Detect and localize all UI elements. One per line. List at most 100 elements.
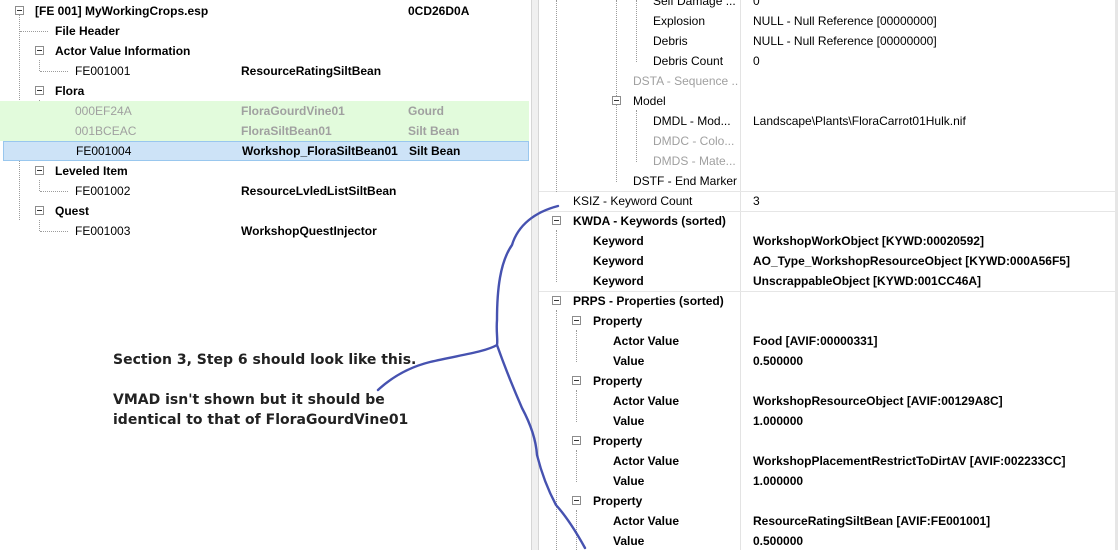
field-row-debris[interactable]: Debris NULL - Null Reference [00000000]	[539, 31, 1118, 51]
field-label: Debris	[653, 34, 688, 48]
field-label: Value	[613, 534, 645, 548]
file-header-label: File Header	[55, 24, 120, 38]
field-label: Value	[613, 474, 645, 488]
field-row-property[interactable]: Property	[539, 311, 1118, 331]
field-label: Property	[593, 494, 643, 508]
pane-splitter[interactable]	[531, 0, 539, 550]
tree-record-row[interactable]: 001BCEAC FloraSiltBean01 Silt Bean	[0, 121, 529, 141]
annotation-line: identical to that of FloraGourdVine01	[113, 412, 409, 428]
field-value[interactable]: AO_Type_WorkshopResourceObject [KYWD:000…	[753, 251, 1103, 271]
field-label: Self Damage ...	[653, 0, 736, 8]
record-name: Silt Bean	[409, 144, 461, 158]
field-row-value[interactable]: Value 0.500000	[539, 351, 1118, 371]
field-value[interactable]: NULL - Null Reference [00000000]	[753, 31, 1103, 51]
field-value[interactable]: WorkshopWorkObject [KYWD:00020592]	[753, 231, 1103, 251]
field-value[interactable]: Food [AVIF:00000331]	[753, 331, 1103, 351]
field-label: Property	[593, 434, 643, 448]
field-row-dmdl[interactable]: DMDL - Mod... Landscape\Plants\FloraCarr…	[539, 111, 1118, 131]
editor-id: Workshop_FloraSiltBean01	[242, 144, 398, 158]
field-value[interactable]: ResourceRatingSiltBean [AVIF:FE001001]	[753, 511, 1103, 531]
field-row-dstf[interactable]: DSTF - End Marker	[539, 171, 1118, 191]
editor-id: ResourceRatingSiltBean	[241, 64, 382, 78]
field-label: Model	[633, 94, 666, 108]
field-row-actor-value[interactable]: Actor Value Food [AVIF:00000331]	[539, 331, 1118, 351]
field-row-dmds[interactable]: DMDS - Mate...	[539, 151, 1118, 171]
collapse-toggle-icon[interactable]	[552, 296, 561, 305]
tree-group-flora[interactable]: Flora	[0, 81, 529, 101]
field-row-debris-count[interactable]: Debris Count 0	[539, 51, 1118, 71]
field-row-property[interactable]: Property	[539, 491, 1118, 511]
field-value[interactable]: Landscape\Plants\FloraCarrot01Hulk.nif	[753, 111, 1103, 131]
field-row-dmdc[interactable]: DMDC - Colo...	[539, 131, 1118, 151]
record-view[interactable]: Self Damage ... 0 Explosion NULL - Null …	[539, 0, 1118, 550]
field-label: Actor Value	[613, 454, 680, 468]
field-row-keyword[interactable]: Keyword WorkshopWorkObject [KYWD:0002059…	[539, 231, 1118, 251]
collapse-toggle-icon[interactable]	[572, 316, 581, 325]
field-value[interactable]: 1.000000	[753, 411, 1103, 431]
collapse-toggle-icon[interactable]	[15, 6, 24, 15]
field-label: Keyword	[593, 234, 644, 248]
field-row-explosion[interactable]: Explosion NULL - Null Reference [0000000…	[539, 11, 1118, 31]
tree-group-leveled-item[interactable]: Leveled Item	[0, 161, 529, 181]
field-row-dsta[interactable]: DSTA - Sequence ...	[539, 71, 1118, 91]
field-label: Property	[593, 374, 643, 388]
form-id: FE001004	[76, 144, 132, 158]
field-row-kwda[interactable]: KWDA - Keywords (sorted)	[539, 211, 1118, 231]
field-label: Actor Value	[613, 514, 680, 528]
collapse-toggle-icon[interactable]	[35, 206, 44, 215]
field-value[interactable]: 1.000000	[753, 471, 1103, 491]
collapse-toggle-icon[interactable]	[552, 216, 561, 225]
field-value[interactable]: WorkshopResourceObject [AVIF:00129A8C]	[753, 391, 1103, 411]
field-label: Property	[593, 314, 643, 328]
field-row-value[interactable]: Value 1.000000	[539, 411, 1118, 431]
field-value[interactable]: 0	[753, 0, 1103, 11]
collapse-toggle-icon[interactable]	[572, 496, 581, 505]
group-label: Flora	[55, 84, 85, 98]
field-value[interactable]: 3	[753, 191, 1103, 211]
field-value[interactable]: 0	[753, 51, 1103, 71]
field-label: DSTF - End Marker	[633, 174, 738, 188]
field-label: PRPS - Properties (sorted)	[573, 294, 724, 308]
collapse-toggle-icon[interactable]	[35, 166, 44, 175]
field-row-self-damage[interactable]: Self Damage ... 0	[539, 0, 1118, 11]
tree-record-row[interactable]: FE001003 WorkshopQuestInjector	[0, 221, 529, 241]
tree-group-quest[interactable]: Quest	[0, 201, 529, 221]
tree-record-row[interactable]: FE001002 ResourceLvledListSiltBean	[0, 181, 529, 201]
tree-record-row[interactable]: FE001001 ResourceRatingSiltBean	[0, 61, 529, 81]
collapse-toggle-icon[interactable]	[35, 46, 44, 55]
collapse-toggle-icon[interactable]	[35, 86, 44, 95]
collapse-toggle-icon[interactable]	[572, 376, 581, 385]
field-value[interactable]: NULL - Null Reference [00000000]	[753, 11, 1103, 31]
tree-record-row[interactable]: 000EF24A FloraGourdVine01 Gourd	[0, 101, 529, 121]
tree-node-plugin[interactable]: [FE 001] MyWorkingCrops.esp 0CD26D0A	[0, 1, 529, 21]
editor-id: FloraSiltBean01	[241, 124, 332, 138]
form-id: FE001001	[75, 64, 131, 78]
field-row-actor-value[interactable]: Actor Value WorkshopResourceObject [AVIF…	[539, 391, 1118, 411]
field-row-value[interactable]: Value 1.000000	[539, 471, 1118, 491]
collapse-toggle-icon[interactable]	[612, 96, 621, 105]
field-label: DMDL - Mod...	[653, 114, 731, 128]
collapse-toggle-icon[interactable]	[572, 436, 581, 445]
field-row-property[interactable]: Property	[539, 371, 1118, 391]
field-row-actor-value[interactable]: Actor Value ResourceRatingSiltBean [AVIF…	[539, 511, 1118, 531]
field-row-ksiz[interactable]: KSIZ - Keyword Count 3	[539, 191, 1118, 211]
field-row-value[interactable]: Value 0.500000	[539, 531, 1118, 550]
field-label: KSIZ - Keyword Count	[573, 194, 693, 208]
field-value[interactable]: UnscrappableObject [KYWD:001CC46A]	[753, 271, 1103, 291]
field-row-keyword[interactable]: Keyword UnscrappableObject [KYWD:001CC46…	[539, 271, 1118, 291]
tree-node-file-header[interactable]: File Header	[0, 21, 529, 41]
field-value[interactable]: 0.500000	[753, 531, 1103, 550]
field-value[interactable]: 0.500000	[753, 351, 1103, 371]
field-row-property[interactable]: Property	[539, 431, 1118, 451]
navigation-tree[interactable]: [FE 001] MyWorkingCrops.esp 0CD26D0A Fil…	[0, 0, 531, 550]
field-value[interactable]: WorkshopPlacementRestrictToDirtAV [AVIF:…	[753, 451, 1108, 471]
form-id: FE001003	[75, 224, 131, 238]
field-row-model[interactable]: Model	[539, 91, 1118, 111]
field-row-prps[interactable]: PRPS - Properties (sorted)	[539, 291, 1118, 311]
tree-record-row-selected[interactable]: FE001004 Workshop_FloraSiltBean01 Silt B…	[3, 141, 529, 161]
form-id: FE001002	[75, 184, 131, 198]
field-row-actor-value[interactable]: Actor Value WorkshopPlacementRestrictToD…	[539, 451, 1118, 471]
plugin-label: [FE 001] MyWorkingCrops.esp	[35, 4, 209, 18]
tree-group-actor-value-information[interactable]: Actor Value Information	[0, 41, 529, 61]
field-row-keyword[interactable]: Keyword AO_Type_WorkshopResourceObject […	[539, 251, 1118, 271]
